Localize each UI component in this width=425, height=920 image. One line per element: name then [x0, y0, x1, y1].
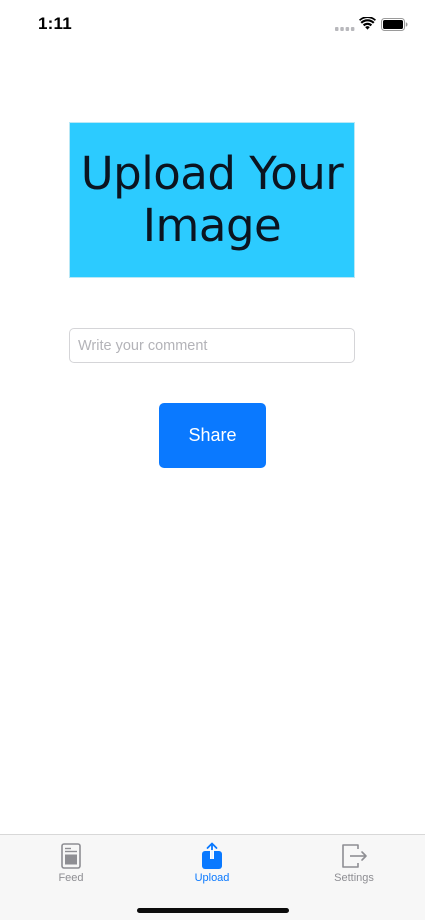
tab-upload-label: Upload	[194, 872, 230, 884]
tab-bar: Feed Upload Settings	[0, 834, 425, 920]
tab-feed[interactable]: Feed	[0, 835, 142, 891]
wifi-icon	[359, 17, 376, 30]
upload-screen: 1:11 Upload Your Image Share	[0, 0, 425, 920]
upload-share-icon	[202, 842, 222, 869]
home-indicator	[137, 908, 289, 913]
share-button[interactable]: Share	[159, 403, 266, 468]
status-bar: 1:11	[0, 0, 425, 48]
upload-image-placeholder[interactable]: Upload Your Image	[69, 122, 355, 278]
tab-feed-label: Feed	[58, 872, 84, 884]
cellular-signal-icon	[335, 27, 355, 31]
tab-settings[interactable]: Settings	[283, 835, 425, 891]
status-time: 1:11	[38, 14, 72, 33]
feed-document-icon	[61, 843, 81, 869]
upload-image-label: Upload Your Image	[80, 147, 344, 252]
tab-upload[interactable]: Upload	[141, 835, 283, 891]
battery-icon	[381, 18, 408, 31]
tab-settings-label: Settings	[334, 872, 374, 884]
comment-input[interactable]	[69, 328, 355, 363]
sign-out-icon	[342, 844, 367, 868]
